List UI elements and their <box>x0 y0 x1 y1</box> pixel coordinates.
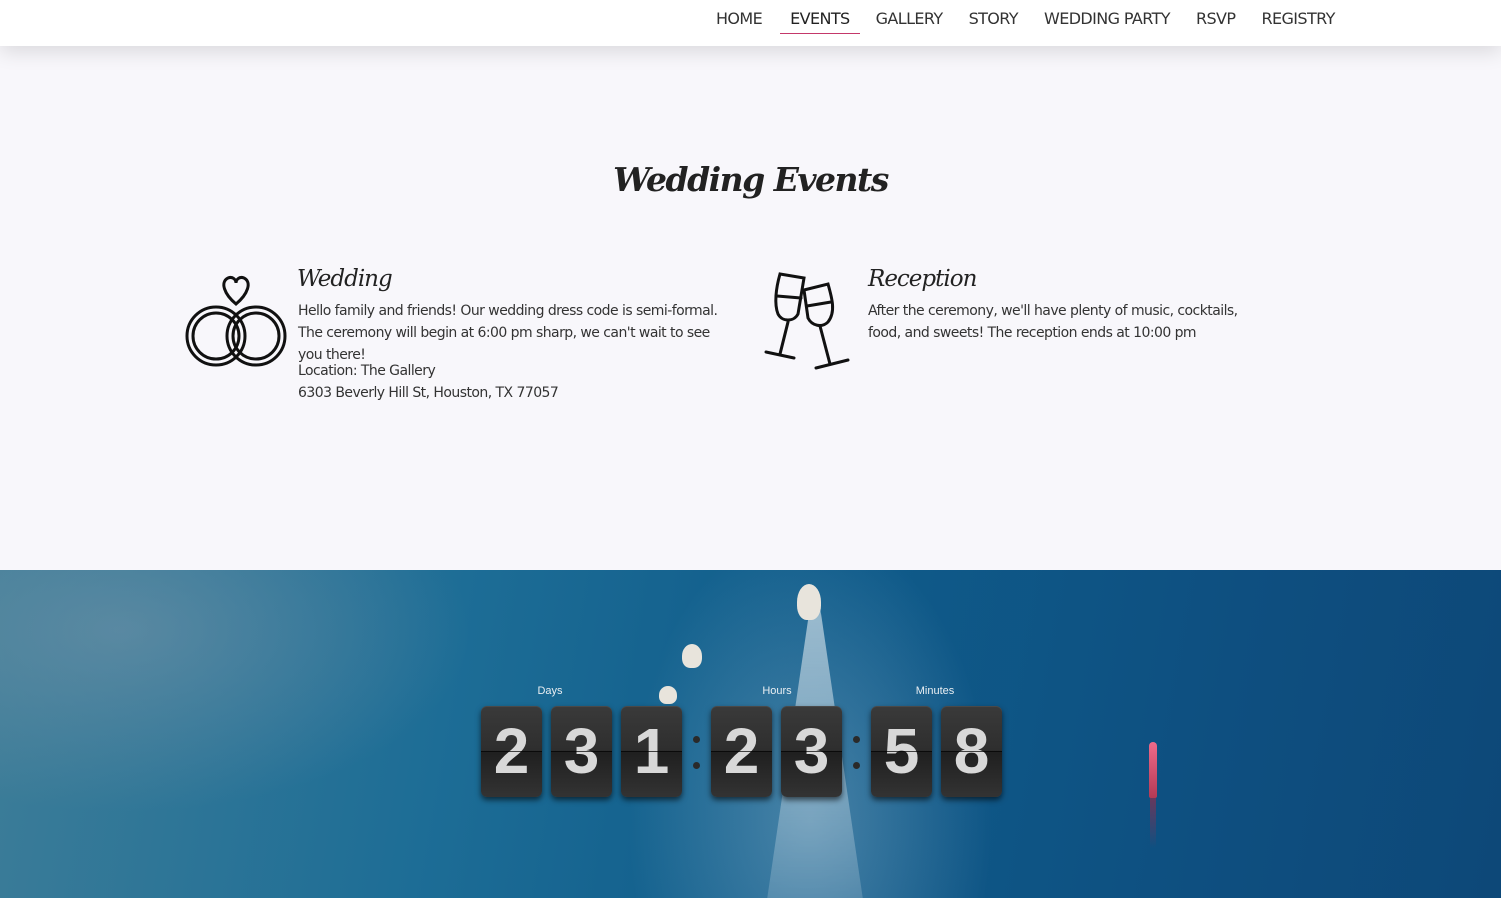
wedding-rings-icon <box>184 274 288 370</box>
nav-item-rsvp[interactable]: RSVP <box>1186 0 1245 34</box>
countdown-label-days: Days <box>537 685 563 697</box>
countdown-label-minutes: Minutes <box>915 685 955 697</box>
top-nav: HOME EVENTS GALLERY STORY WEDDING PARTY … <box>0 0 1501 46</box>
countdown-separator <box>851 720 861 780</box>
countdown-separator <box>691 720 701 780</box>
nav-item-gallery[interactable]: GALLERY <box>866 0 953 34</box>
section-title: Wedding Events <box>613 160 889 199</box>
champagne-glasses-icon <box>758 270 854 374</box>
wedding-location: Location: The Gallery <box>298 363 436 379</box>
countdown-digit: 5 <box>871 706 932 797</box>
countdown-digit: 8 <box>941 706 1002 797</box>
buoy-reflection <box>1150 798 1156 848</box>
boat-image <box>682 644 702 668</box>
nav-item-story[interactable]: STORY <box>959 0 1028 34</box>
nav-item-wedding-party[interactable]: WEDDING PARTY <box>1034 0 1180 34</box>
boat-image <box>797 584 821 620</box>
buoy-image <box>1149 742 1157 798</box>
reception-title: Reception <box>868 266 977 292</box>
reception-description: After the ceremony, we'll have plenty of… <box>868 303 1238 341</box>
wedding-title: Wedding <box>297 266 393 292</box>
events-section: Wedding Events Wedding Hello family and … <box>0 46 1501 570</box>
countdown-digit: 2 <box>481 706 542 797</box>
nav-item-events[interactable]: EVENTS <box>780 0 860 34</box>
countdown-label-hours: Hours <box>762 685 792 697</box>
countdown-digit: 3 <box>781 706 842 797</box>
countdown-digit: 1 <box>621 706 682 797</box>
wedding-address: 6303 Beverly Hill St, Houston, TX 77057 <box>298 385 559 401</box>
countdown-digit: 3 <box>551 706 612 797</box>
wedding-description: Hello family and friends! Our wedding dr… <box>298 303 718 363</box>
nav-menu: HOME EVENTS GALLERY STORY WEDDING PARTY … <box>706 0 1351 46</box>
nav-item-home[interactable]: HOME <box>706 0 772 34</box>
boat-image <box>659 686 677 704</box>
countdown-digit: 2 <box>711 706 772 797</box>
nav-item-registry[interactable]: REGISTRY <box>1251 0 1344 34</box>
countdown-section: Days Hours Minutes 2 3 1 2 3 5 8 <box>0 570 1501 898</box>
